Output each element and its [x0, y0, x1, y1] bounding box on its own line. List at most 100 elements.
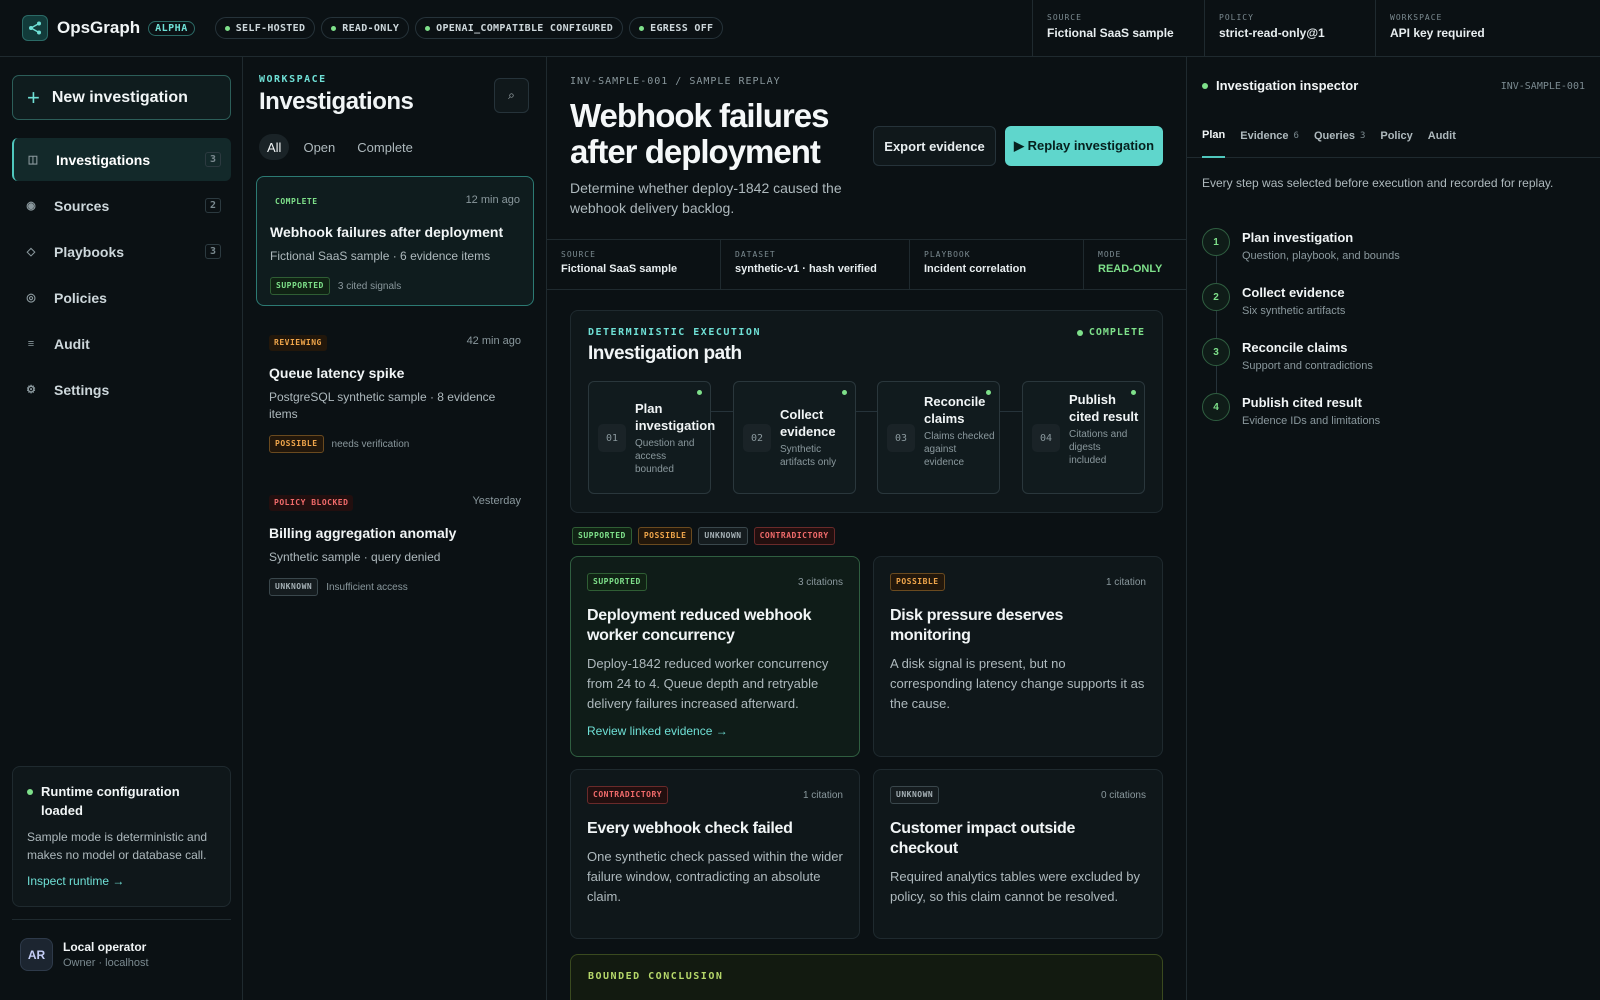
- status-dot-icon: [331, 25, 337, 31]
- new-investigation-button[interactable]: + New investigation: [12, 75, 231, 120]
- review-evidence-link[interactable]: Review linked evidence →: [587, 724, 843, 738]
- path-steps: 01 Plan investigation Question and access…: [588, 381, 1145, 494]
- inspect-runtime-link[interactable]: Inspect runtime →: [27, 874, 216, 888]
- plan-step[interactable]: 2 Collect evidence Six synthetic artifacts: [1202, 283, 1582, 338]
- user-role: Owner · localhost: [63, 957, 149, 969]
- sidebar-item-policies[interactable]: ◎ Policies: [12, 276, 231, 319]
- sidebar-item-playbooks[interactable]: ◇ Playbooks 3: [12, 230, 231, 273]
- inspector-tabs: Plan Evidence 6 Queries 3 Policy Audit: [1187, 114, 1600, 158]
- item-subtitle: PostgreSQL synthetic sample · 8 evidence…: [269, 390, 496, 421]
- nav-count: 3: [204, 244, 221, 259]
- chip-egress-off: EGRESS OFF: [629, 17, 724, 39]
- item-title: Webhook failures after deployment: [270, 224, 504, 240]
- tab-audit[interactable]: Audit: [1428, 114, 1456, 158]
- sidebar-item-settings[interactable]: ⚙ Settings: [12, 368, 231, 411]
- list-item[interactable]: COMPLETE 12 min ago Webhook failures afte…: [256, 176, 534, 306]
- list-item[interactable]: REVIEWING 42 min ago Queue latency spike …: [256, 319, 534, 459]
- tab-policy[interactable]: Policy: [1380, 114, 1412, 158]
- claim-verdict: SUPPORTED: [587, 573, 647, 591]
- sidebar-item-sources[interactable]: ◉ Sources 2: [12, 184, 231, 227]
- verdict-badge: UNKNOWN: [269, 578, 319, 596]
- item-note: Insufficient access: [326, 581, 408, 593]
- chip-self-hosted: SELF-HOSTED: [214, 17, 316, 39]
- filter-open[interactable]: Open: [295, 134, 343, 160]
- replay-investigation-button[interactable]: ▶ Replay investigation: [1005, 126, 1163, 166]
- claim-card[interactable]: POSSIBLE 1 citation Disk pressure deserve…: [873, 556, 1163, 757]
- diamond-icon: ◇: [26, 246, 36, 258]
- sidebar-item-investigations[interactable]: ◫ Investigations 3: [12, 138, 231, 181]
- investigation-detail: INV-SAMPLE-001 / SAMPLE REPLAY Webhook f…: [547, 57, 1187, 1000]
- runtime-title: Runtime configuration loaded: [41, 784, 180, 818]
- status-badge: REVIEWING: [269, 335, 327, 351]
- meta-mode: MODE READ-ONLY: [1098, 250, 1163, 275]
- claim-verdict: UNKNOWN: [890, 786, 940, 804]
- status-dot-icon: [425, 25, 431, 31]
- search-button[interactable]: ⌕: [494, 78, 529, 113]
- path-status: COMPLETE: [1076, 327, 1145, 338]
- plus-icon: +: [27, 84, 40, 110]
- claim-card[interactable]: CONTRADICTORY 1 citation Every webhook ch…: [570, 769, 860, 939]
- page-title: Webhook failures after deployment: [570, 97, 829, 170]
- user-name: Local operator: [63, 940, 147, 954]
- meta-playbook: PLAYBOOK Incident correlation: [910, 240, 1084, 289]
- item-subtitle: Synthetic sample · query denied: [269, 550, 441, 564]
- status-chips: SELF-HOSTED READ-ONLY OPENAI_COMPATIBLE …: [214, 17, 724, 39]
- item-subtitle: Fictional SaaS sample · 6 evidence items: [270, 249, 491, 263]
- verdict-legend: SUPPORTED POSSIBLE UNKNOWN CONTRADICTORY: [572, 527, 835, 545]
- path-step-reconcile[interactable]: 03 Reconcile claims Claims checked agains…: [877, 381, 1000, 494]
- page-description: Determine whether deploy-1842 caused the…: [570, 180, 842, 216]
- user-profile[interactable]: AR Local operator Owner · localhost: [12, 919, 231, 989]
- plan-step[interactable]: 3 Reconcile claims Support and contradicti…: [1202, 338, 1582, 393]
- legend-contradictory: CONTRADICTORY: [753, 527, 835, 545]
- investigation-inspector: Investigation inspector INV-SAMPLE-001 P…: [1187, 57, 1600, 1000]
- path-eyebrow: DETERMINISTIC EXECUTION: [588, 327, 761, 338]
- grid-icon: ◫: [27, 154, 39, 166]
- export-evidence-button[interactable]: Export evidence: [873, 126, 996, 166]
- claim-title: Disk pressure deserves monitoring: [890, 607, 1064, 644]
- verdict-badge: SUPPORTED: [270, 277, 330, 295]
- runtime-card: Runtime configuration loaded Sample mode…: [12, 766, 231, 907]
- tab-evidence[interactable]: Evidence 6: [1240, 114, 1299, 158]
- claim-verdict: CONTRADICTORY: [587, 786, 669, 804]
- legend-possible: POSSIBLE: [637, 527, 693, 545]
- bounded-conclusion-card: BOUNDED CONCLUSION: [570, 954, 1163, 1000]
- source-icon: ◉: [26, 200, 36, 212]
- claim-body: Deploy-1842 reduced worker concurrency f…: [587, 656, 829, 711]
- item-title: Billing aggregation anomaly: [269, 525, 457, 541]
- claim-citations: 0 citations: [1100, 789, 1146, 801]
- list-item[interactable]: POLICY BLOCKED Yesterday Billing aggregat…: [256, 481, 534, 611]
- tab-plan[interactable]: Plan: [1202, 114, 1226, 158]
- list-eyebrow: WORKSPACE: [259, 74, 327, 85]
- chip-openai-compatible: OPENAI_COMPATIBLE CONFIGURED: [415, 17, 624, 39]
- tab-queries[interactable]: Queries 3: [1314, 114, 1365, 158]
- plan-step[interactable]: 1 Plan investigation Question, playbook, a…: [1202, 228, 1582, 283]
- header-workspace: WORKSPACE API key required: [1375, 0, 1600, 56]
- item-note: 3 cited signals: [337, 280, 402, 292]
- investigation-meta-bar: SOURCE Fictional SaaS sample DATASET synth…: [547, 239, 1186, 290]
- claim-citations: 1 citation: [802, 789, 843, 801]
- sidebar-item-audit[interactable]: ≡ Audit: [12, 322, 231, 365]
- path-step-plan[interactable]: 01 Plan investigation Question and access…: [588, 381, 715, 494]
- inspector-title: Investigation inspector: [1216, 78, 1359, 93]
- top-header: OpsGraph ALPHA SELF-HOSTED READ-ONLY OPE…: [0, 0, 1600, 57]
- path-step-collect[interactable]: 02 Collect evidence Synthetic artifacts o…: [733, 381, 856, 494]
- app-name: OpsGraph: [57, 18, 141, 37]
- header-source: SOURCE Fictional SaaS sample: [1032, 0, 1205, 56]
- verdict-badge: POSSIBLE: [269, 435, 324, 453]
- status-dot-icon: [639, 25, 645, 31]
- search-icon: ⌕: [508, 88, 515, 102]
- plan-step[interactable]: 4 Publish cited result Evidence IDs and li…: [1202, 393, 1582, 448]
- investigation-path-card: DETERMINISTIC EXECUTION Investigation pa…: [570, 310, 1163, 513]
- claim-card[interactable]: UNKNOWN 0 citations Customer impact outsi…: [873, 769, 1163, 939]
- filter-complete[interactable]: Complete: [349, 134, 421, 160]
- gear-icon: ⚙: [26, 384, 36, 396]
- list-icon: ≡: [27, 337, 35, 350]
- path-step-publish[interactable]: 04 Publish cited result Citations and dig…: [1022, 381, 1145, 494]
- alpha-badge: ALPHA: [148, 20, 195, 36]
- claim-citations: 1 citation: [1105, 576, 1146, 588]
- list-filters: All Open Complete: [259, 134, 421, 160]
- step-complete-dot-icon: [697, 390, 702, 395]
- claim-card[interactable]: SUPPORTED 3 citations Deployment reduced …: [570, 556, 860, 757]
- claim-citations: 3 citations: [797, 576, 843, 588]
- filter-all[interactable]: All: [259, 134, 290, 160]
